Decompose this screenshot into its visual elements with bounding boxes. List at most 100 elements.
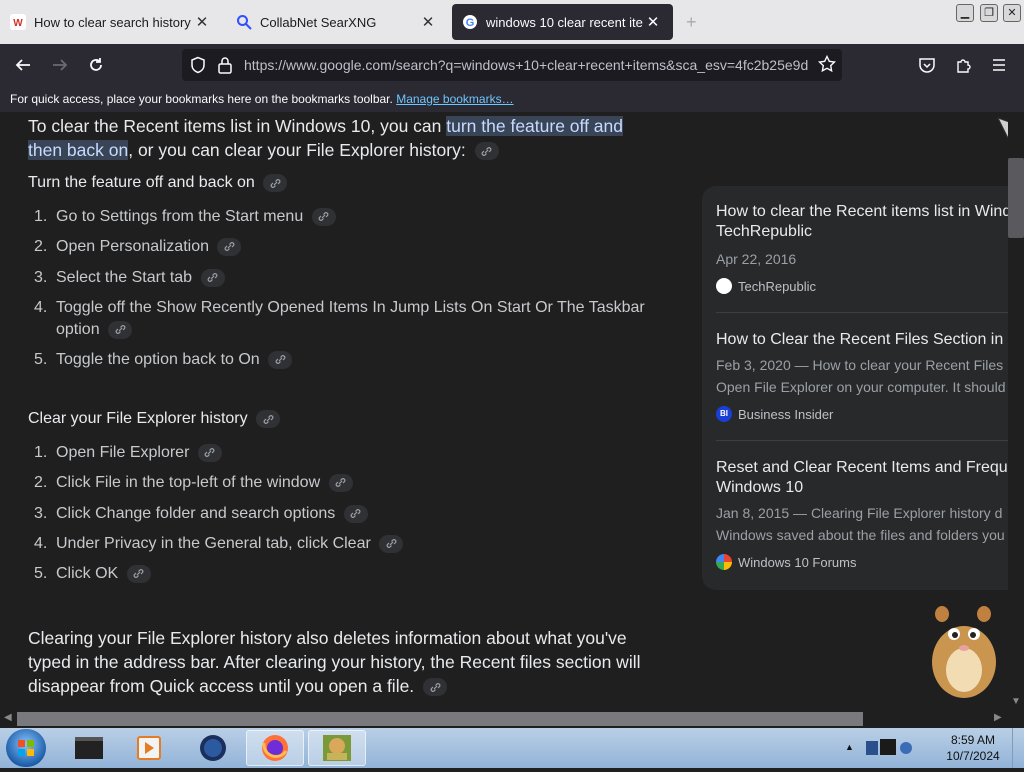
navigation-bar: https://www.google.com/search?q=windows+… bbox=[0, 44, 1024, 86]
reload-button[interactable] bbox=[83, 52, 109, 78]
source-snippet: Feb 3, 2020 — How to clear your Recent F… bbox=[716, 357, 1004, 373]
overview-intro: To clear the Recent items list in Window… bbox=[28, 114, 668, 162]
tab-title: CollabNet SearXNG bbox=[260, 14, 377, 30]
link-chip-icon[interactable] bbox=[263, 174, 288, 192]
maximize-button[interactable]: ❐ bbox=[980, 4, 998, 22]
google-icon: G bbox=[462, 14, 478, 30]
system-clock[interactable]: 8:59 AM 10/7/2024 bbox=[938, 732, 1008, 764]
scroll-right-icon[interactable]: ▶ bbox=[994, 712, 1002, 723]
shield-icon[interactable] bbox=[189, 56, 207, 79]
hamburger-menu-icon bbox=[993, 59, 1005, 71]
link-chip-icon[interactable] bbox=[217, 237, 242, 256]
bookmarks-hint: For quick access, place your bookmarks h… bbox=[10, 92, 393, 106]
mouse-cursor-icon bbox=[996, 116, 1008, 147]
manage-bookmarks-link[interactable]: Manage bookmarks… bbox=[396, 92, 513, 106]
link-chip-icon[interactable] bbox=[200, 268, 225, 287]
source-title[interactable]: Windows 10 bbox=[716, 478, 1008, 498]
taskbar-terminal[interactable] bbox=[60, 730, 118, 766]
back-button[interactable] bbox=[10, 52, 36, 78]
link-chip-icon[interactable] bbox=[379, 534, 404, 553]
close-icon[interactable]: ✕ bbox=[418, 13, 438, 31]
section-heading: Clear your File Explorer history bbox=[28, 410, 281, 428]
pocket-button[interactable] bbox=[914, 52, 940, 78]
list-item: 1. Go to Settings from the Start menu bbox=[34, 206, 336, 228]
link-chip-icon[interactable] bbox=[197, 443, 222, 462]
horizontal-scroll-thumb[interactable] bbox=[17, 712, 863, 726]
list-item: 2. Click File in the top-left of the wind… bbox=[34, 472, 353, 494]
techrepublic-icon bbox=[716, 278, 732, 294]
link-chip-icon[interactable] bbox=[126, 564, 151, 583]
vertical-scroll-thumb[interactable] bbox=[1008, 158, 1024, 238]
box-app-icon bbox=[323, 735, 351, 761]
taskbar-box-app[interactable] bbox=[308, 730, 366, 766]
source-snippet: Open File Explorer on your computer. It … bbox=[716, 379, 1006, 395]
list-item: 3. Select the Start tab bbox=[34, 267, 225, 289]
windows10forums-icon bbox=[716, 554, 732, 570]
list-item: 4. Under Privacy in the General tab, clic… bbox=[34, 533, 404, 555]
link-chip-icon[interactable] bbox=[268, 350, 293, 369]
media-player-icon bbox=[137, 736, 161, 760]
url-text[interactable]: https://www.google.com/search?q=windows+… bbox=[244, 57, 814, 73]
url-bar[interactable]: https://www.google.com/search?q=windows+… bbox=[182, 49, 842, 81]
taskbar: ▲ 8:59 AM 10/7/2024 bbox=[0, 728, 1024, 768]
terminal-icon bbox=[75, 737, 103, 759]
close-window-button[interactable]: ✕ bbox=[1003, 4, 1021, 22]
list-item: 2. Open Personalization bbox=[34, 236, 242, 258]
link-chip-icon[interactable] bbox=[474, 142, 499, 161]
source-title[interactable]: Reset and Clear Recent Items and Frequ bbox=[716, 458, 1008, 478]
scroll-left-icon[interactable]: ◀ bbox=[4, 712, 12, 723]
sources-panel: How to clear the Recent items list in Wi… bbox=[702, 186, 1008, 590]
taskbar-media-player[interactable] bbox=[120, 730, 178, 766]
bookmark-star-icon[interactable] bbox=[817, 54, 837, 78]
taskbar-globe-app[interactable] bbox=[184, 730, 242, 766]
search-results-content: To clear the Recent items list in Window… bbox=[0, 112, 1008, 710]
link-chip-icon[interactable] bbox=[256, 410, 281, 428]
source-card-windows10forums[interactable]: Reset and Clear Recent Items and Frequ W… bbox=[716, 458, 1008, 570]
reload-icon bbox=[90, 58, 102, 71]
close-icon[interactable]: ✕ bbox=[192, 13, 212, 31]
tab-title: How to clear search history in F bbox=[34, 14, 192, 30]
firefox-icon bbox=[262, 735, 288, 761]
highlighted-text[interactable]: then back on bbox=[28, 140, 129, 160]
highlighted-text[interactable]: turn the feature off and bbox=[446, 116, 624, 136]
show-desktop-button[interactable] bbox=[1012, 728, 1024, 768]
pocket-icon bbox=[919, 58, 935, 73]
divider bbox=[716, 312, 1008, 313]
link-chip-icon[interactable] bbox=[423, 678, 448, 697]
minimize-button[interactable]: ▁ bbox=[956, 4, 974, 22]
outro-paragraph: Clearing your File Explorer history also… bbox=[28, 628, 641, 697]
start-button[interactable] bbox=[6, 729, 46, 767]
taskbar-firefox[interactable] bbox=[246, 730, 304, 766]
close-icon[interactable]: ✕ bbox=[643, 13, 663, 31]
tab-searxng[interactable]: CollabNet SearXNG ✕ bbox=[226, 4, 448, 40]
link-chip-icon[interactable] bbox=[343, 504, 368, 523]
source-site: TechRepublic bbox=[716, 278, 1008, 294]
hamster-mascot-image bbox=[926, 600, 1002, 700]
windows-report-icon: W bbox=[10, 14, 26, 30]
lock-icon[interactable] bbox=[217, 56, 233, 79]
extensions-button[interactable] bbox=[951, 52, 977, 78]
link-chip-icon[interactable] bbox=[311, 207, 336, 226]
source-card-business-insider[interactable]: How to Clear the Recent Files Section in… bbox=[716, 330, 1008, 422]
link-chip-icon[interactable] bbox=[328, 473, 353, 492]
source-card-techrepublic[interactable]: How to clear the Recent items list in Wi… bbox=[716, 202, 1008, 294]
show-hidden-icons-icon[interactable]: ▲ bbox=[845, 742, 854, 752]
link-chip-icon[interactable] bbox=[108, 320, 133, 339]
puzzle-icon bbox=[957, 59, 971, 73]
new-tab-icon[interactable]: + bbox=[686, 12, 697, 33]
forward-arrow-icon bbox=[53, 59, 68, 71]
source-title[interactable]: How to clear the Recent items list in Wi… bbox=[716, 202, 1008, 222]
network-tray-icon[interactable] bbox=[864, 736, 914, 765]
source-title[interactable]: How to Clear the Recent Files Section in bbox=[716, 330, 1008, 350]
svg-text:G: G bbox=[466, 17, 475, 29]
scroll-down-icon[interactable]: ▼ bbox=[1011, 696, 1021, 707]
forward-button[interactable] bbox=[47, 52, 73, 78]
source-title[interactable]: TechRepublic bbox=[716, 222, 1008, 242]
menu-button[interactable] bbox=[986, 52, 1012, 78]
windows-logo-icon bbox=[18, 740, 34, 756]
clock-date: 10/7/2024 bbox=[946, 749, 1000, 763]
tab-clear-search-history[interactable]: W How to clear search history in F ✕ bbox=[0, 4, 222, 40]
browser-globe-icon bbox=[200, 735, 226, 761]
tab-google-search[interactable]: G windows 10 clear recent items - ✕ bbox=[452, 4, 673, 40]
intro-text: , or you can clear your File Explorer hi… bbox=[128, 140, 466, 160]
